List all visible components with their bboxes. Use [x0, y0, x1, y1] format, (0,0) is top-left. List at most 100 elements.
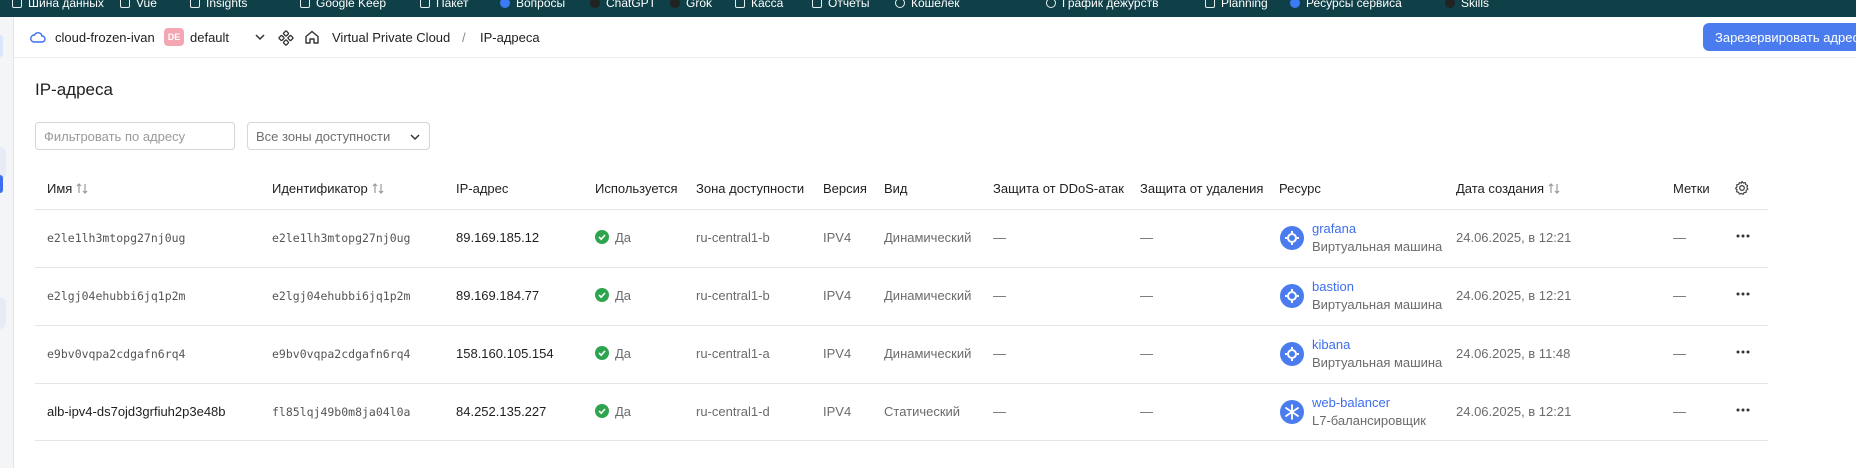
check-circle-icon: [595, 346, 609, 360]
row-name[interactable]: e2le1lh3mtopg27nj0ug: [47, 231, 185, 245]
bookmark-item[interactable]: Skills: [1445, 0, 1489, 10]
more-horizontal-icon[interactable]: [1735, 407, 1751, 413]
table-row[interactable]: e9bv0vqpa2cdgafn6rq4 e9bv0vqpa2cdgafn6rq…: [35, 325, 1768, 383]
row-kind: Статический: [884, 404, 961, 419]
chevron-down-icon[interactable]: [254, 31, 266, 43]
row-ddos: —: [993, 404, 1006, 419]
row-version: IPV4: [823, 404, 852, 419]
rail-nav-item[interactable]: [0, 297, 6, 329]
column-header-id[interactable]: Идентификатор: [272, 181, 384, 196]
resource-type: Виртуальная машина: [1312, 239, 1443, 254]
row-id: fl85lqj49b0m8ja04l0a: [272, 405, 411, 419]
row-version: IPV4: [823, 288, 852, 303]
row-ip: 89.169.185.12: [456, 230, 540, 245]
site-icon: [500, 0, 510, 8]
column-header-used: Используется: [595, 181, 678, 196]
bookmark-item[interactable]: Кошелек: [895, 0, 960, 10]
row-created: 24.06.2025, в 12:21: [1456, 230, 1572, 245]
row-name[interactable]: e9bv0vqpa2cdgafn6rq4: [47, 347, 185, 361]
github-icon: [1445, 0, 1455, 8]
gear-icon[interactable]: [1734, 180, 1750, 196]
row-labels: —: [1673, 404, 1686, 419]
column-header-name[interactable]: Имя: [47, 181, 88, 196]
bookmark-item[interactable]: Vue: [120, 0, 157, 10]
check-circle-icon: [595, 288, 609, 302]
sort-icon: [76, 183, 88, 194]
folder-selector[interactable]: default: [190, 30, 229, 45]
column-header-kind: Вид: [884, 181, 908, 196]
bookmark-item[interactable]: Пакет: [420, 0, 468, 10]
resource-link[interactable]: bastion: [1312, 279, 1354, 294]
resource-link[interactable]: kibana: [1312, 337, 1350, 352]
cloud-selector[interactable]: cloud-frozen-ivan: [55, 30, 155, 45]
bookmark-item[interactable]: Касса: [735, 0, 783, 10]
folder-icon: [120, 0, 130, 8]
row-zone: ru-central1-b: [696, 230, 770, 245]
column-header-zone: Зона доступности: [696, 181, 805, 196]
row-zone: ru-central1-b: [696, 288, 770, 303]
column-header-labels: Метки: [1673, 181, 1710, 196]
bookmark-item[interactable]: Шина данных: [12, 0, 104, 10]
left-rail: [0, 17, 14, 468]
column-header-version: Версия: [823, 181, 867, 196]
row-id: e2le1lh3mtopg27nj0ug: [272, 231, 411, 245]
row-created: 24.06.2025, в 11:48: [1456, 346, 1571, 361]
folder-icon: [420, 0, 430, 8]
resource-link[interactable]: grafana: [1312, 221, 1356, 236]
column-header-ddos: Защита от DDoS-атак: [993, 181, 1124, 196]
bookmark-item[interactable]: Отчеты: [812, 0, 869, 10]
row-created: 24.06.2025, в 12:21: [1456, 288, 1572, 303]
resource-type: Виртуальная машина: [1312, 355, 1443, 370]
services-icon[interactable]: [278, 30, 294, 46]
more-horizontal-icon[interactable]: [1735, 291, 1751, 297]
resource-type: Виртуальная машина: [1312, 297, 1443, 312]
sort-icon: [372, 183, 384, 194]
bookmark-item[interactable]: Insights: [190, 0, 247, 10]
bookmark-item[interactable]: Grok: [670, 0, 712, 10]
resource-link[interactable]: web-balancer: [1312, 395, 1390, 410]
row-ddos: —: [993, 230, 1006, 245]
table-row[interactable]: alb-ipv4-ds7ojd3grfiuh2p3e48b fl85lqj49b…: [35, 383, 1768, 441]
row-deletion: —: [1140, 288, 1153, 303]
row-id: e2lgj04ehubbi6jq1p2m: [272, 289, 411, 303]
chatgpt-icon: [590, 0, 600, 8]
row-deletion: —: [1140, 404, 1153, 419]
rail-nav-item[interactable]: [0, 35, 3, 57]
folder-badge: DE: [164, 28, 184, 46]
row-kind: Динамический: [884, 288, 972, 303]
vm-icon: [1280, 226, 1304, 250]
row-version: IPV4: [823, 230, 852, 245]
table-row[interactable]: e2lgj04ehubbi6jq1p2m e2lgj04ehubbi6jq1p2…: [35, 267, 1768, 325]
folder-icon: [12, 0, 22, 8]
home-icon[interactable]: [304, 29, 320, 45]
more-horizontal-icon[interactable]: [1735, 349, 1751, 355]
bookmark-item[interactable]: Google Keep: [300, 0, 386, 10]
zone-select[interactable]: Все зоны доступности: [247, 122, 430, 150]
column-header-created[interactable]: Дата создания: [1456, 181, 1560, 196]
address-filter-input[interactable]: [35, 122, 235, 150]
row-used: Да: [595, 288, 631, 303]
bookmark-item[interactable]: Planning: [1205, 0, 1268, 10]
bookmark-item[interactable]: Вопросы: [500, 0, 565, 10]
row-labels: —: [1673, 288, 1686, 303]
row-used: Да: [595, 404, 631, 419]
reserve-address-button[interactable]: Зарезервировать адрес: [1703, 23, 1856, 51]
row-name[interactable]: e2lgj04ehubbi6jq1p2m: [47, 289, 185, 303]
row-ip: 158.160.105.154: [456, 346, 554, 361]
row-ip: 89.169.184.77: [456, 288, 540, 303]
column-header-deletion: Защита от удаления: [1140, 181, 1264, 196]
row-ddos: —: [993, 288, 1006, 303]
bookmark-item[interactable]: ChatGPT: [590, 0, 656, 10]
row-used: Да: [595, 230, 631, 245]
sort-icon: [1548, 183, 1560, 194]
balancer-icon: [1280, 400, 1304, 424]
folder-icon: [300, 0, 310, 8]
bookmark-item[interactable]: График дежурств: [1046, 0, 1158, 10]
bookmark-item[interactable]: Ресурсы сервиса: [1290, 0, 1402, 10]
row-zone: ru-central1-a: [696, 346, 770, 361]
row-name[interactable]: alb-ipv4-ds7ojd3grfiuh2p3e48b: [47, 404, 226, 419]
breadcrumb-service[interactable]: Virtual Private Cloud: [332, 30, 450, 45]
table-row[interactable]: e2le1lh3mtopg27nj0ug e2le1lh3mtopg27nj0u…: [35, 209, 1768, 267]
cloud-icon: [30, 32, 46, 43]
more-horizontal-icon[interactable]: [1735, 233, 1751, 239]
